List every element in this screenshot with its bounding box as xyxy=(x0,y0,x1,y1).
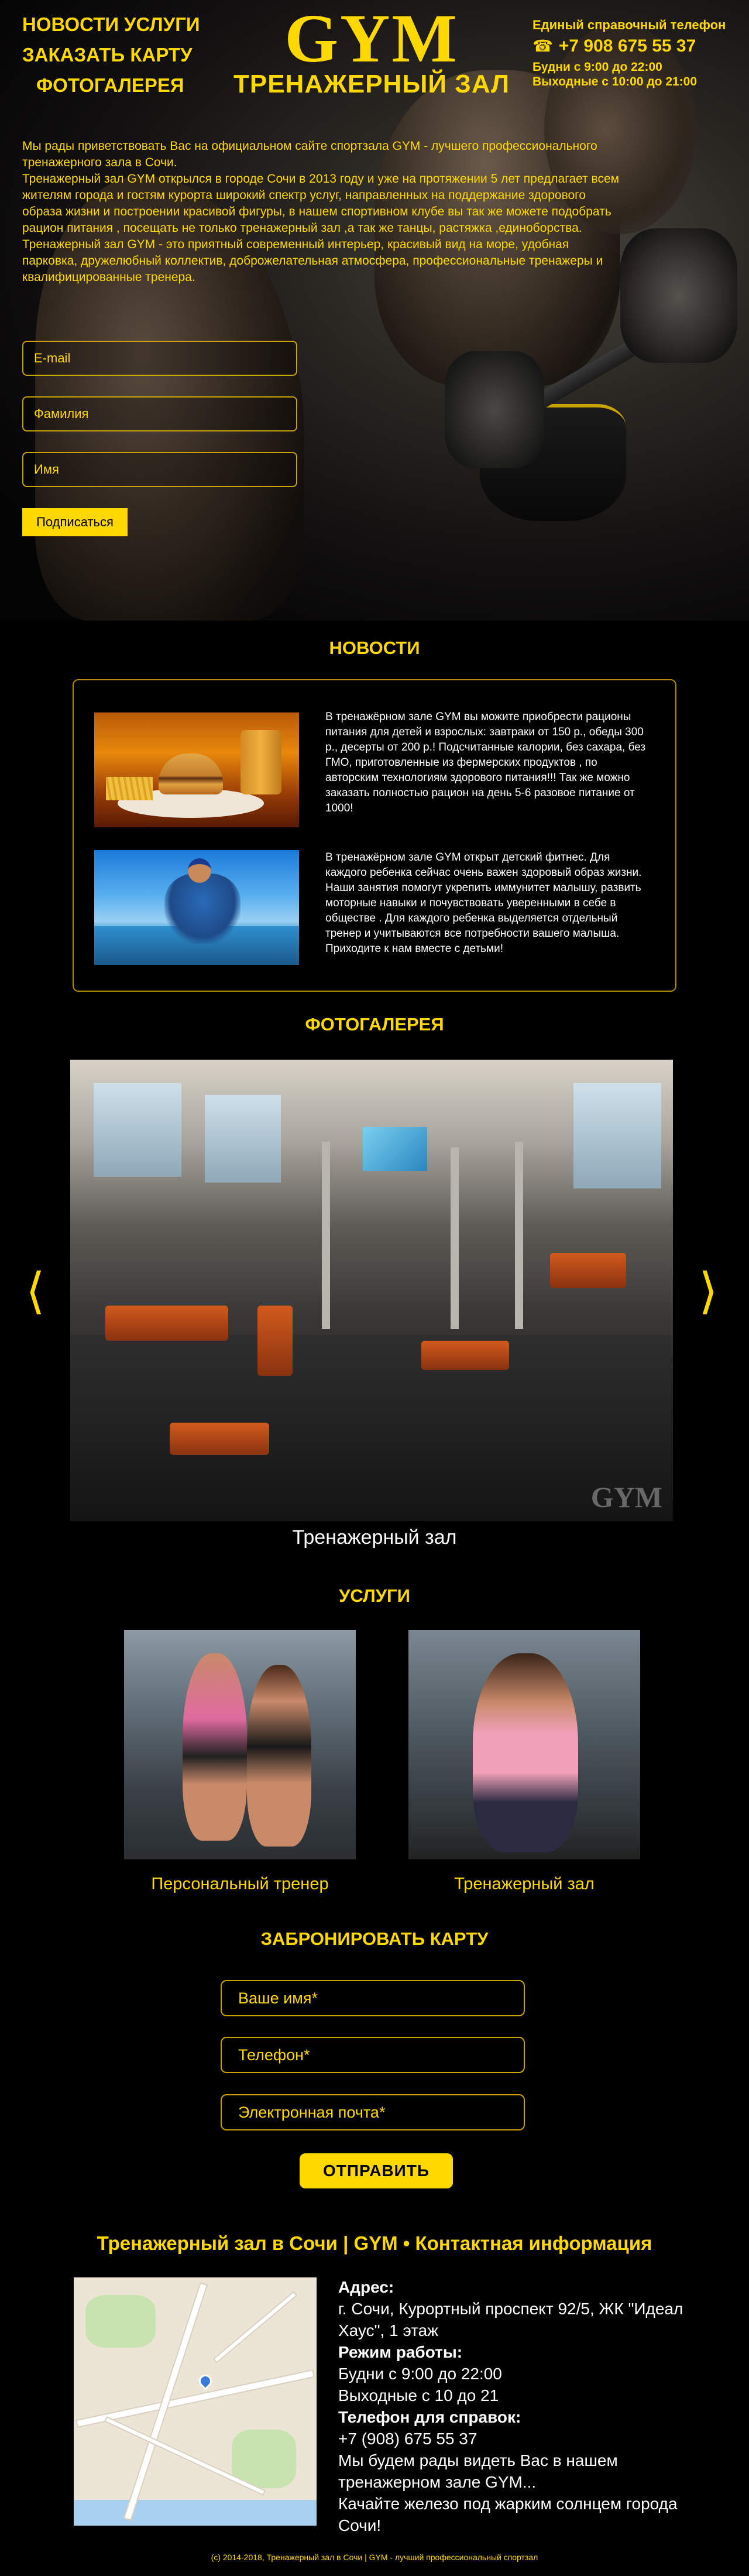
subscribe-surname-input[interactable] xyxy=(22,396,297,431)
hero-section: НОВОСТИ УСЛУГИ ЗАКАЗАТЬ КАРТУ ФОТОГАЛЕРЕ… xyxy=(0,0,749,621)
map-water xyxy=(74,2500,317,2526)
subscribe-button[interactable]: Подписаться xyxy=(22,508,128,536)
nav-gallery[interactable]: ФОТОГАЛЕРЕЯ xyxy=(36,74,184,97)
header-phone-number: +7 908 675 55 37 xyxy=(558,36,696,56)
contact-details: Адрес: г. Сочи, Курортный проспект 92/5,… xyxy=(338,2276,689,2536)
service-image-personal-trainer[interactable] xyxy=(124,1630,356,1859)
gym-window xyxy=(94,1083,181,1177)
slogan-text: Качайте железо под жарким солнцем города… xyxy=(338,2495,678,2534)
map-pin-icon[interactable] xyxy=(196,2372,215,2390)
booking-phone-input[interactable] xyxy=(221,2037,525,2073)
hours-weekend: Выходные с 10 до 21 xyxy=(338,2386,499,2404)
gym-machine xyxy=(257,1306,293,1376)
footer-copyright: (c) 2014-2018, Тренажерный зал в Сочи | … xyxy=(211,2553,538,2562)
gallery-caption: Тренажерный зал xyxy=(292,1526,457,1549)
gym-tv-screen xyxy=(363,1127,427,1171)
header-phone[interactable]: ☎ +7 908 675 55 37 xyxy=(532,35,743,57)
service-link-personal-trainer[interactable]: Персональный тренер xyxy=(124,1873,356,1895)
gym-floor xyxy=(70,1335,673,1521)
booking-email-input[interactable] xyxy=(221,2094,525,2130)
welcome-text: Мы будем рады видеть Вас в нашем тренаже… xyxy=(338,2451,618,2491)
hours-label: Режим работы: xyxy=(338,2343,463,2361)
contact-phone-number[interactable]: +7 (908) 675 55 37 xyxy=(338,2428,689,2450)
chevron-right-icon[interactable]: ⟩ xyxy=(699,1265,718,1317)
phone-icon: ☎ xyxy=(532,37,553,55)
phone-label: Телефон для справок: xyxy=(338,2408,521,2426)
news-title: НОВОСТИ xyxy=(329,638,420,658)
logo[interactable]: GYM ТРЕНАЖЕРНЫЙ ЗАЛ xyxy=(219,0,524,98)
person-shape xyxy=(183,1653,247,1841)
hours-weekdays: Будни с 9:00 до 22:00 xyxy=(338,2365,502,2383)
person-shape xyxy=(473,1653,578,1852)
services-title: УСЛУГИ xyxy=(339,1585,410,1606)
booking-submit-button[interactable]: ОТПРАВИТЬ xyxy=(300,2153,453,2188)
logo-subtitle: ТРЕНАЖЕРНЫЙ ЗАЛ xyxy=(233,70,510,98)
nav-order-card[interactable]: ЗАКАЗАТЬ КАРТУ xyxy=(22,43,193,67)
map-park xyxy=(85,2295,156,2348)
gallery-photo: GYM xyxy=(70,1060,673,1521)
news-item-text: В тренажёрном зале GYM вы можите приобре… xyxy=(325,711,646,814)
service-link-gym[interactable]: Тренажерный зал xyxy=(408,1873,640,1895)
gallery-title: ФОТОГАЛЕРЕЯ xyxy=(305,1014,444,1034)
header-contact: Единый справочный телефон ☎ +7 908 675 5… xyxy=(532,18,743,89)
kid-shape xyxy=(164,873,240,944)
gym-machine xyxy=(550,1253,626,1288)
nav-news[interactable]: НОВОСТИ xyxy=(22,13,119,36)
gallery-watermark: GYM xyxy=(590,1481,662,1513)
news-item-text: В тренажёрном зале GYM открыт детский фи… xyxy=(325,851,642,955)
subscribe-name-input[interactable] xyxy=(22,452,297,487)
intro-paragraph: Мы рады приветствовать Вас на официально… xyxy=(22,139,597,169)
cup-shape xyxy=(240,730,281,794)
intro-paragraph: Тренажерный зал GYM - это приятный совре… xyxy=(22,238,603,284)
gym-frame xyxy=(451,1147,459,1329)
nav-services[interactable]: УСЛУГИ xyxy=(124,13,200,36)
intro-text: Мы рады приветствовать Вас на официально… xyxy=(22,138,625,286)
location-map[interactable] xyxy=(74,2277,317,2526)
burger-shape xyxy=(159,753,223,794)
booking-title: ЗАБРОНИРОВАТЬ КАРТУ xyxy=(260,1928,489,1949)
address-label: Адрес: xyxy=(338,2278,394,2296)
news-image-food[interactable] xyxy=(94,712,299,827)
gym-window xyxy=(205,1095,281,1183)
news-box: В тренажёрном зале GYM вы можите приобре… xyxy=(73,679,676,992)
service-image-gym[interactable] xyxy=(408,1630,640,1859)
gym-window xyxy=(573,1083,661,1188)
dumbbell-weight-left xyxy=(445,351,544,468)
news-image-kid[interactable] xyxy=(94,850,299,965)
gym-frame xyxy=(322,1142,330,1329)
header-hours-weekend: Выходные с 10:00 до 21:00 xyxy=(532,75,698,88)
logo-title: GYM xyxy=(284,0,459,77)
gym-machine xyxy=(105,1306,228,1341)
address-value: г. Сочи, Курортный проспект 92/5, ЖК "Ид… xyxy=(338,2300,683,2339)
dumbbell-weight-right xyxy=(620,228,737,363)
fries-shape xyxy=(106,777,153,800)
header-hours-weekdays: Будни с 9:00 до 22:00 xyxy=(532,60,662,74)
contact-title: Тренажерный зал в Сочи | GYM • Контактна… xyxy=(97,2232,652,2254)
contact-title: Единый справочный телефон xyxy=(532,18,726,32)
booking-name-input[interactable] xyxy=(221,1980,525,2016)
intro-paragraph: Тренажерный зал GYM открылся в городе Со… xyxy=(22,172,620,235)
gym-machine xyxy=(421,1341,509,1370)
gym-machine xyxy=(170,1423,269,1455)
person-shape xyxy=(247,1665,311,1847)
chevron-left-icon[interactable]: ⟨ xyxy=(26,1265,45,1317)
gym-frame xyxy=(515,1142,523,1329)
kid-head-shape xyxy=(188,858,211,883)
subscribe-email-input[interactable] xyxy=(22,341,297,376)
map-road xyxy=(212,2291,298,2363)
